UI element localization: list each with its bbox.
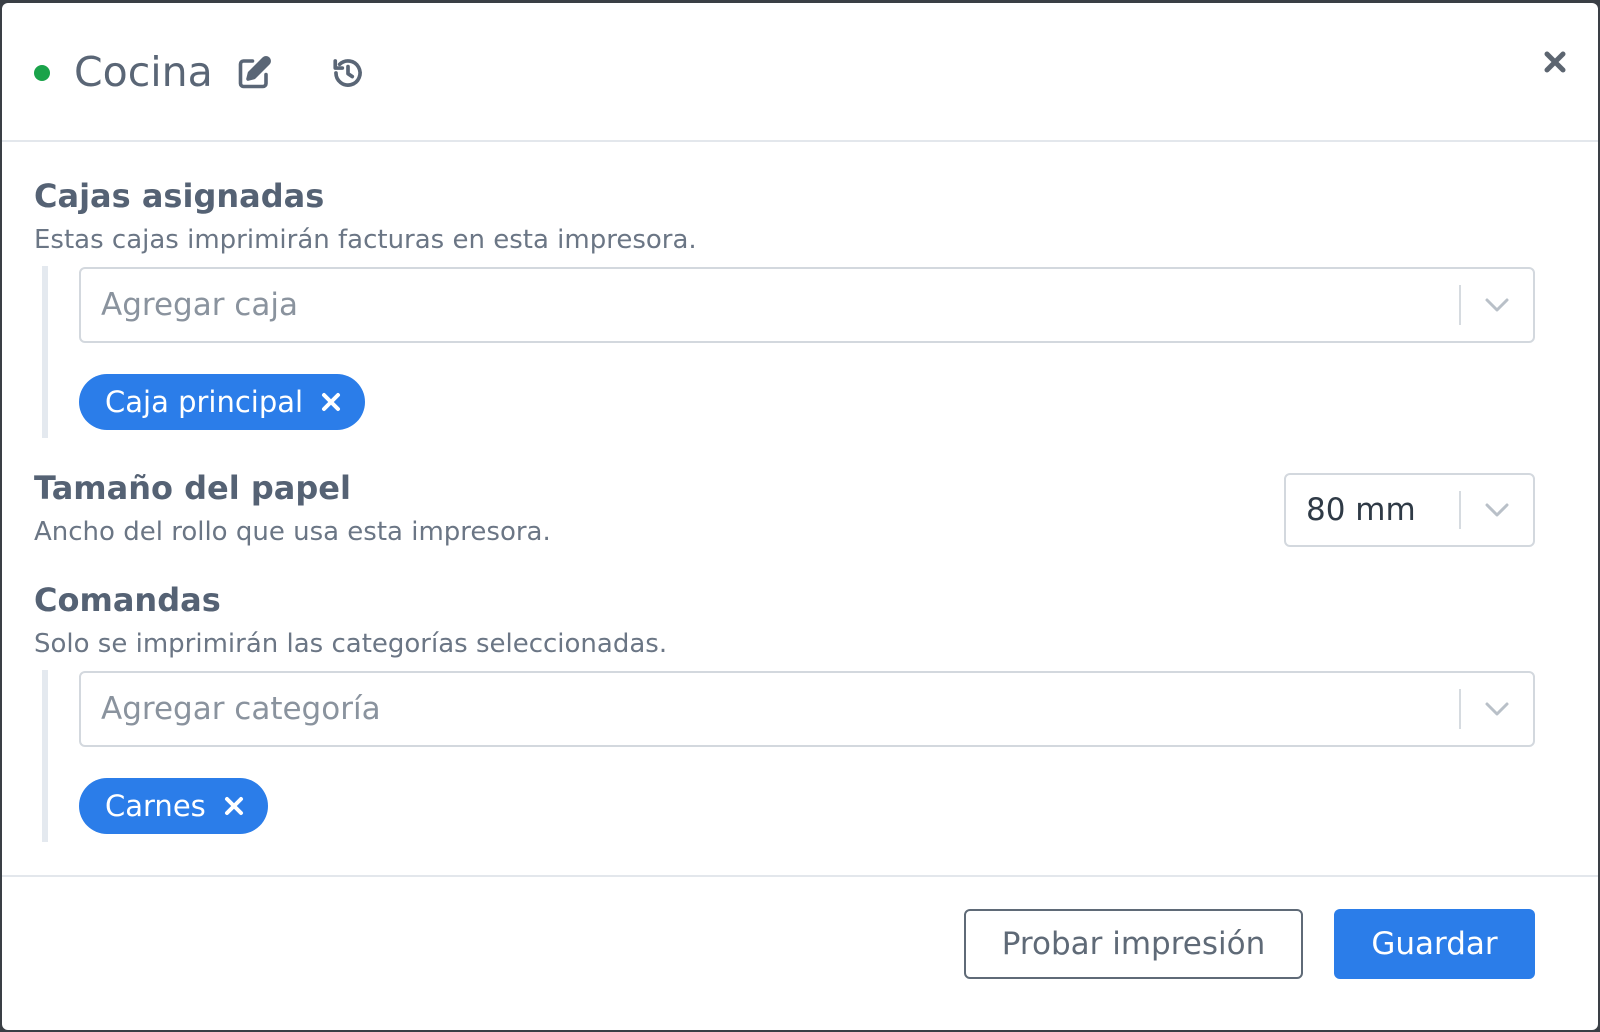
test-print-button[interactable]: Probar impresión	[964, 909, 1303, 979]
edit-button[interactable]	[234, 53, 274, 93]
comandas-description: Solo se imprimirán las categorías selecc…	[34, 629, 668, 659]
paper-size-select[interactable]: 80 mm	[1284, 473, 1535, 547]
history-button[interactable]	[328, 53, 368, 93]
select-separator	[1459, 491, 1461, 529]
printer-settings-modal: Cocina Cajas asignadas Estas cajas impri…	[2, 3, 1598, 1030]
cajas-select-placeholder: Agregar caja	[101, 287, 298, 323]
comandas-title: Comandas	[34, 581, 221, 619]
categoria-chip-label: Carnes	[105, 789, 206, 823]
chevron-down-icon[interactable]	[1481, 269, 1513, 341]
modal-header: Cocina	[2, 3, 1598, 142]
status-dot	[34, 65, 50, 81]
remove-chip-icon[interactable]	[224, 796, 244, 816]
caja-chip[interactable]: Caja principal	[79, 374, 366, 430]
cajas-select[interactable]: Agregar caja	[79, 267, 1535, 343]
cajas-title: Cajas asignadas	[34, 177, 325, 215]
remove-chip-icon[interactable]	[321, 392, 341, 412]
cajas-indent-bar	[42, 266, 48, 438]
paper-size-value: 80 mm	[1306, 492, 1416, 528]
cajas-description: Estas cajas imprimirán facturas en esta …	[34, 225, 697, 255]
papel-description: Ancho del rollo que usa esta impresora.	[34, 517, 551, 547]
modal-footer: Probar impresión Guardar	[2, 875, 1598, 1030]
papel-title: Tamaño del papel	[34, 469, 351, 507]
select-separator	[1459, 689, 1461, 729]
categoria-select[interactable]: Agregar categoría	[79, 671, 1535, 747]
categoria-select-placeholder: Agregar categoría	[101, 691, 381, 727]
select-separator	[1459, 285, 1461, 325]
history-icon	[331, 56, 365, 90]
caja-chip-label: Caja principal	[105, 385, 304, 419]
close-button[interactable]	[1538, 47, 1572, 81]
chevron-down-icon[interactable]	[1481, 673, 1513, 745]
close-icon	[1543, 50, 1567, 79]
chevron-down-icon[interactable]	[1481, 475, 1513, 545]
categoria-chip[interactable]: Carnes	[79, 778, 268, 834]
modal-title: Cocina	[74, 48, 213, 96]
edit-icon	[236, 55, 272, 91]
save-button[interactable]: Guardar	[1334, 909, 1535, 979]
comandas-indent-bar	[42, 670, 48, 842]
